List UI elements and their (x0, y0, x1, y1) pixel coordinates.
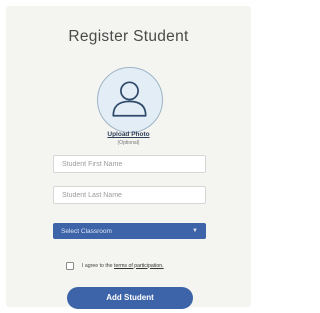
person-silhouette-icon (112, 81, 147, 117)
page-title: Register Student (68, 28, 189, 45)
last-name-input[interactable] (53, 186, 206, 204)
avatar-placeholder[interactable] (97, 67, 163, 133)
upload-photo-link[interactable]: Upload Photo (6, 131, 251, 138)
terms-agreement: I agree to the terms of participation. (66, 261, 164, 270)
optional-label: (Optional) (117, 140, 140, 146)
classroom-select[interactable]: Select Classroom ▼ (53, 223, 206, 239)
terms-text: I agree to the (82, 262, 113, 269)
terms-checkbox[interactable] (66, 261, 74, 270)
add-student-button[interactable]: Add Student (67, 287, 193, 309)
register-student-card: Register Student Upload Photo (Optional)… (6, 6, 251, 309)
chevron-down-icon: ▼ (192, 228, 198, 234)
classroom-select-label: Select Classroom (61, 227, 112, 235)
first-name-input[interactable] (53, 155, 206, 173)
terms-link[interactable]: terms of participation. (114, 263, 164, 269)
